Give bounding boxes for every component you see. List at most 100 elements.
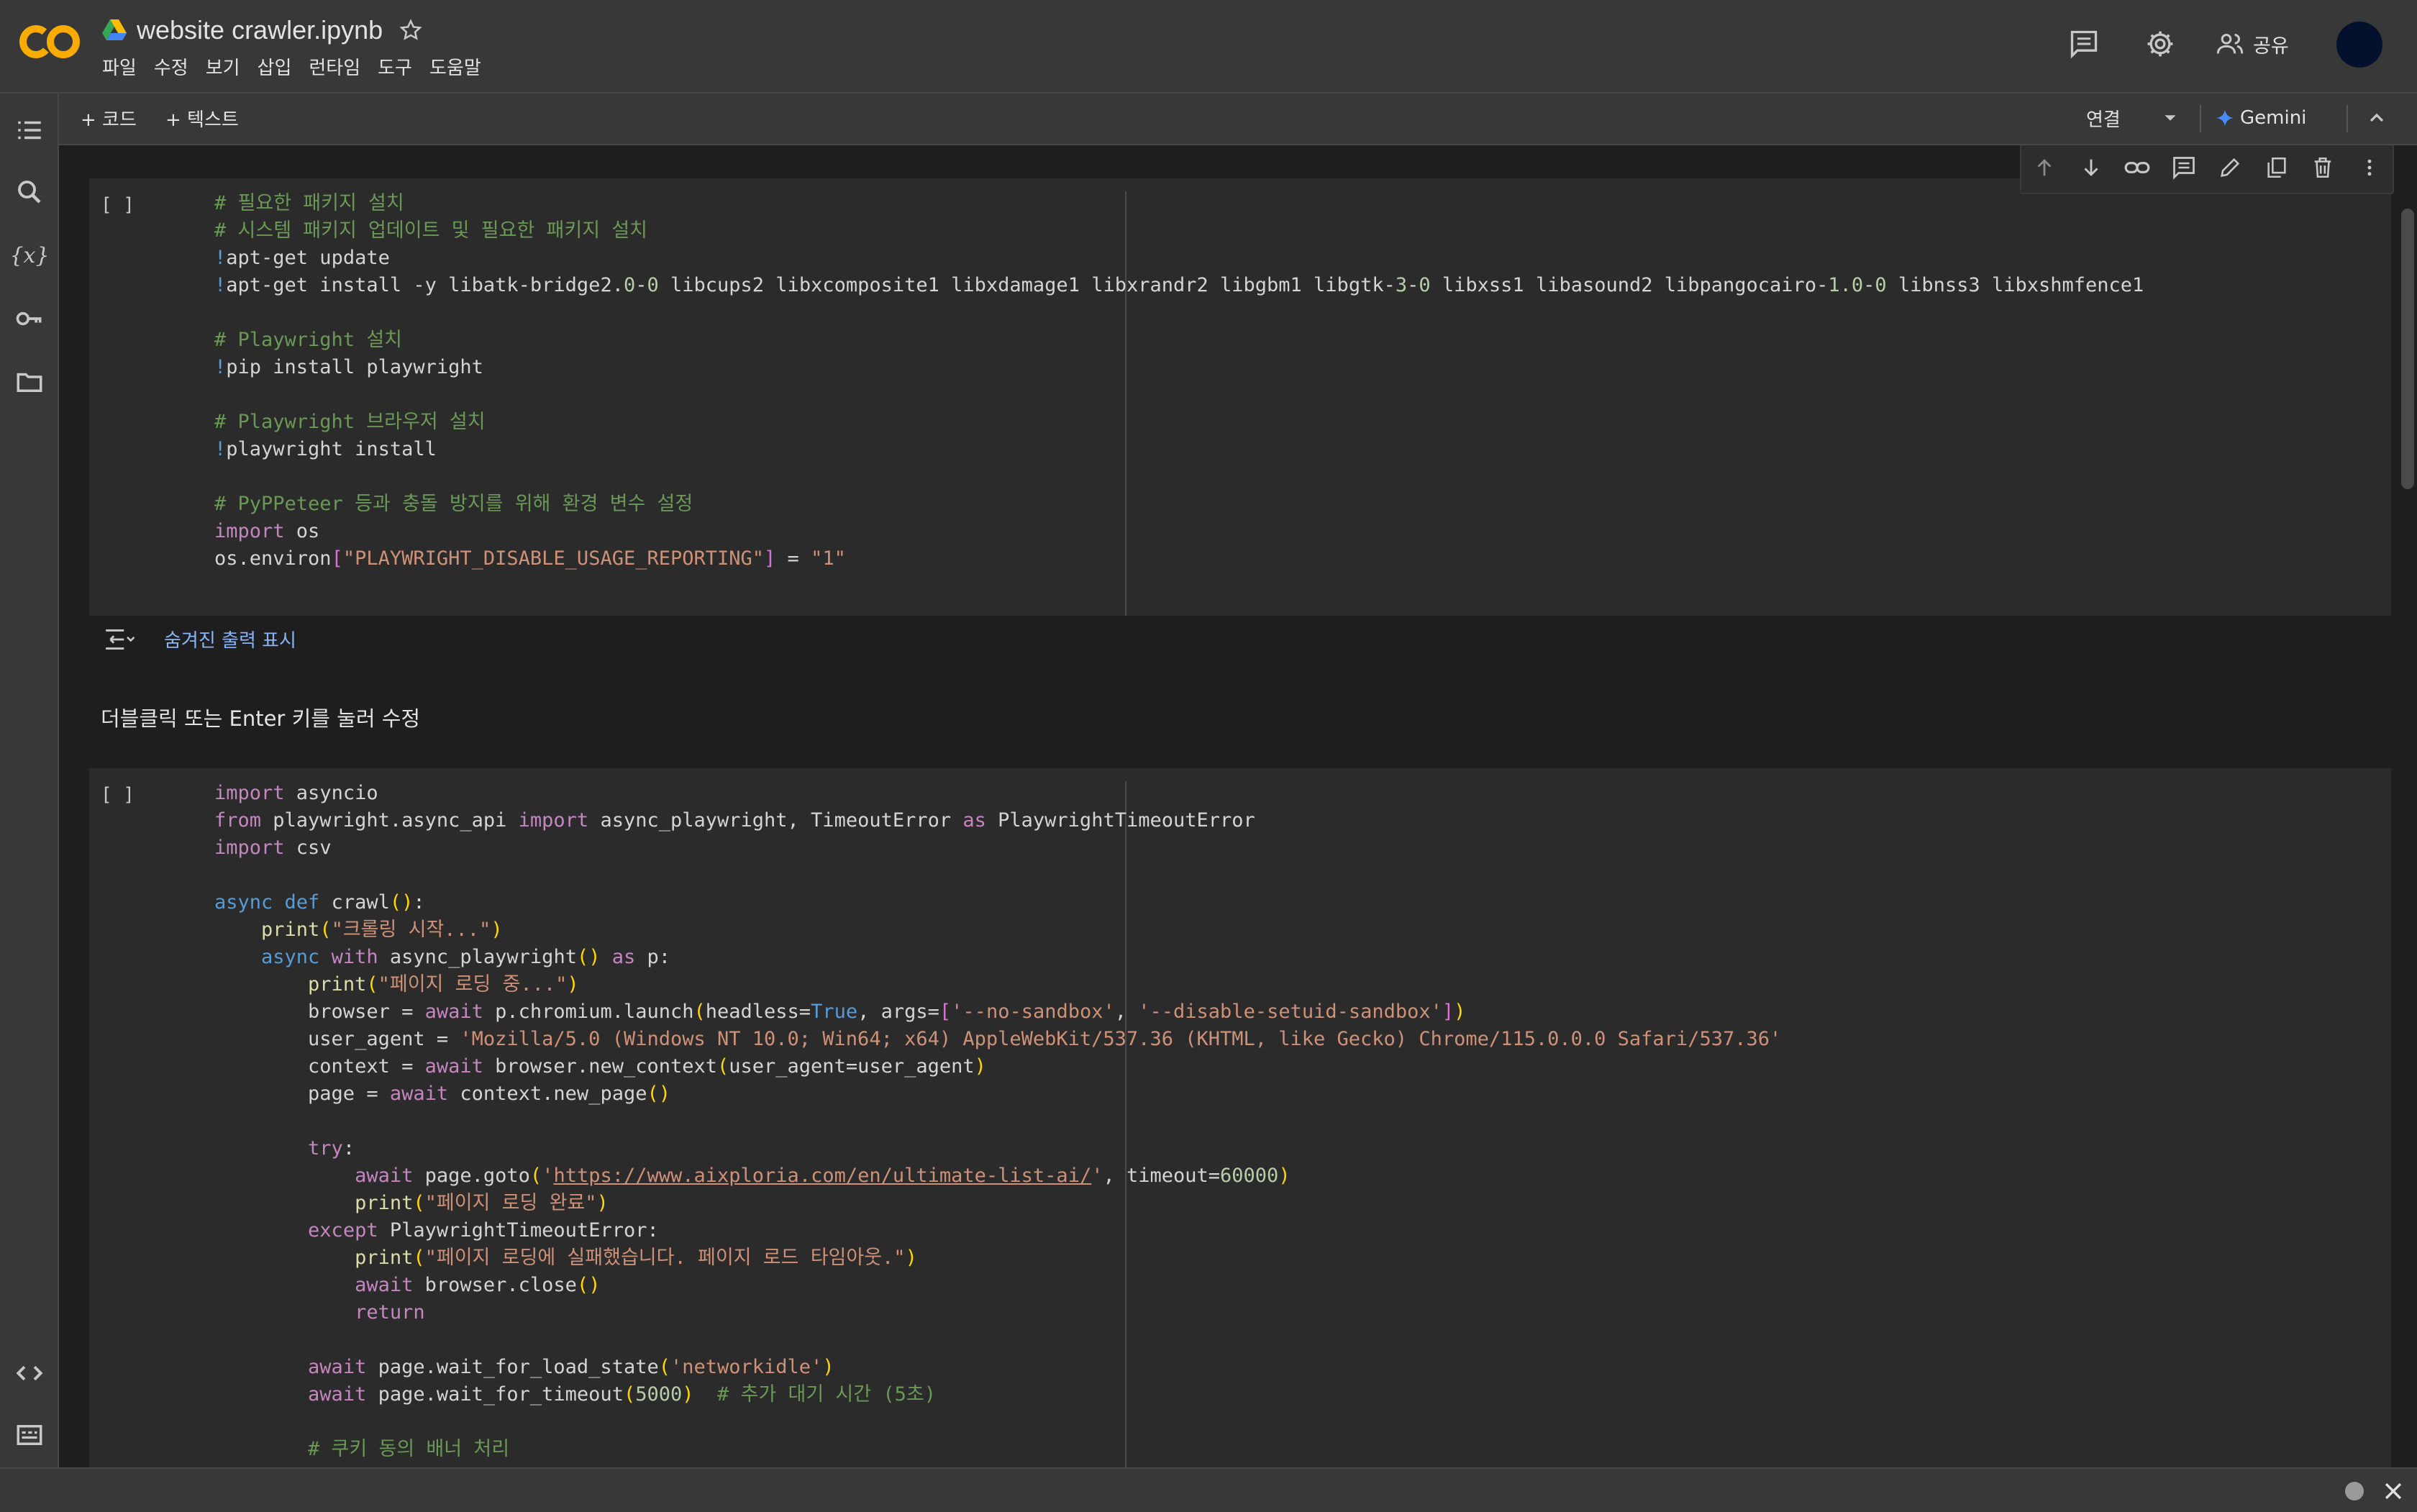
link-icon[interactable] [2123, 153, 2152, 182]
code-line: print("크롤링 시작...") [261, 919, 503, 941]
collapse-toolbar-icon[interactable] [2365, 104, 2388, 132]
notebook-content[interactable]: [ ] # 필요한 패키지 설치 # 시스템 패키지 업데이트 및 필요한 패키지… [59, 145, 2417, 1467]
mirror-cell-icon[interactable] [2262, 153, 2291, 182]
gemini-button[interactable]: Gemini [2216, 104, 2306, 132]
search-icon[interactable] [13, 176, 46, 209]
code-line: ​ [214, 299, 2144, 327]
text-cell[interactable]: 더블클릭 또는 Enter 키를 눌러 수정 [101, 702, 420, 732]
code-line: # Playwright 설치 [214, 329, 402, 351]
code-line: context = await browser.new_context(user… [214, 1055, 986, 1078]
code-line: ​ [214, 1326, 1781, 1354]
code-line: try: [308, 1137, 355, 1160]
toolbar-divider [2347, 105, 2348, 132]
variables-icon[interactable]: {x} [9, 239, 49, 272]
people-icon [2216, 34, 2244, 54]
comment-icon[interactable] [2170, 153, 2198, 182]
menu-help[interactable]: 도움말 [429, 53, 481, 80]
menu-runtime[interactable]: 런타임 [309, 53, 360, 80]
code-line: await browser.close() [355, 1274, 601, 1296]
terminal-icon[interactable] [13, 1418, 46, 1452]
add-code-button[interactable]: + 코드 [81, 104, 137, 132]
code-line: ​ [214, 862, 1781, 889]
status-bar [0, 1467, 2417, 1512]
code-line: await page.wait_for_load_state('networki… [308, 1356, 834, 1378]
run-cell-button[interactable]: [ ] [101, 784, 135, 806]
run-cell-button[interactable]: [ ] [101, 194, 135, 216]
code-line: ​ [214, 1408, 1781, 1436]
code-line: os.environ["PLAYWRIGHT_DISABLE_USAGE_REP… [214, 547, 846, 570]
code-line: # PyPPeteer 등과 충돌 방지를 위해 환경 변수 설정 [214, 493, 693, 515]
code-cell[interactable]: [ ] # 필요한 패키지 설치 # 시스템 패키지 업데이트 및 필요한 패키지… [89, 178, 2391, 616]
code-editor[interactable]: import asyncio from playwright.async_api … [214, 780, 1781, 1463]
output-collapse-icon[interactable] [104, 627, 135, 652]
settings-icon[interactable] [2142, 26, 2178, 62]
code-snippets-icon[interactable] [13, 1357, 46, 1390]
add-text-button[interactable]: + 텍스트 [165, 104, 239, 132]
add-code-label: + 코드 [81, 109, 137, 131]
move-down-icon[interactable] [2077, 153, 2106, 182]
code-line: ​ [214, 463, 2144, 491]
menu-edit[interactable]: 수정 [154, 53, 188, 80]
code-line: # 필요한 패키지 설치 [214, 192, 404, 214]
toc-icon[interactable] [13, 114, 46, 147]
move-up-icon[interactable] [2030, 153, 2059, 182]
code-line: browser = await p.chromium.launch(headle… [214, 1001, 1466, 1023]
code-line: print("페이지 로딩 중...") [308, 973, 579, 996]
code-line: await page.goto('https://www.aixploria.c… [355, 1165, 1291, 1187]
code-cell[interactable]: [ ] import asyncio from playwright.async_… [89, 768, 2391, 1467]
notebook-title[interactable]: website crawler.ipynb [137, 15, 383, 45]
chevron-down-icon[interactable] [2159, 104, 2181, 132]
code-line: print("페이지 로딩에 실패했습니다. 페이지 로드 타임아웃.") [355, 1247, 917, 1269]
code-line: async with async_playwright() as p: [261, 946, 671, 968]
key-icon[interactable] [13, 302, 46, 335]
code-line: !apt-get install -y libatk-bridge2.0-0 l… [214, 274, 2144, 296]
show-hidden-output[interactable]: 숨겨진 출력 표시 [104, 626, 296, 652]
scrollbar-thumb[interactable] [2401, 209, 2414, 489]
code-line: !pip install playwright [214, 356, 483, 378]
code-line: except PlaywrightTimeoutError: [308, 1219, 659, 1242]
connect-button[interactable]: 연결 [2086, 104, 2121, 132]
code-editor[interactable]: # 필요한 패키지 설치 # 시스템 패키지 업데이트 및 필요한 패키지 설치!… [214, 190, 2144, 573]
more-icon[interactable] [2355, 153, 2384, 182]
code-line: ​ [214, 381, 2144, 409]
menu-insert[interactable]: 삽입 [258, 53, 292, 80]
menu-tools[interactable]: 도구 [378, 53, 412, 80]
code-line: from playwright.async_api import async_p… [214, 809, 1255, 832]
connect-label: 연결 [2086, 109, 2121, 131]
code-line: ​ [214, 1108, 1781, 1135]
code-line: # 시스템 패키지 업데이트 및 필요한 패키지 설치 [214, 219, 648, 242]
code-line: import asyncio [214, 782, 378, 804]
menu-view[interactable]: 보기 [206, 53, 240, 80]
delete-icon[interactable] [2308, 153, 2337, 182]
code-line: async def crawl(): [214, 891, 425, 914]
code-line: # 쿠키 동의 배너 처리 [308, 1438, 510, 1460]
gemini-label: Gemini [2240, 107, 2307, 129]
code-line: import os [214, 520, 320, 542]
gemini-sparkle-icon [2216, 109, 2234, 127]
share-button[interactable]: 공유 [2216, 26, 2289, 62]
runtime-status-icon[interactable] [2345, 1482, 2364, 1500]
add-text-label: + 텍스트 [165, 109, 239, 131]
avatar[interactable] [2336, 22, 2382, 68]
left-sidebar: {x} [0, 94, 59, 1467]
show-hidden-output-label: 숨겨진 출력 표시 [164, 630, 296, 652]
cell-toolbar [2020, 145, 2394, 194]
share-label: 공유 [2253, 35, 2289, 58]
code-line: user_agent = 'Mozilla/5.0 (Windows NT 10… [214, 1028, 1782, 1050]
code-line: !playwright install [214, 438, 437, 460]
folder-icon[interactable] [13, 365, 46, 399]
code-line: import csv [214, 837, 332, 859]
menu-file[interactable]: 파일 [102, 53, 137, 80]
code-line: # Playwright 브라우저 설치 [214, 411, 486, 433]
code-line: await page.wait_for_timeout(5000) # 추가 대… [308, 1383, 936, 1406]
google-drive-icon[interactable] [102, 19, 127, 41]
menu-bar: 파일 수정 보기 삽입 런타임 도구 도움말 [102, 53, 499, 80]
code-line: page = await context.new_page() [214, 1083, 670, 1105]
comment-icon[interactable] [2066, 26, 2102, 62]
star-icon[interactable] [399, 18, 423, 42]
edit-icon[interactable] [2216, 153, 2244, 182]
top-header: website crawler.ipynb 파일 수정 보기 삽입 런타임 도구… [0, 0, 2417, 94]
toolbar-divider [2200, 105, 2201, 132]
colab-logo[interactable] [19, 22, 81, 62]
close-icon[interactable] [2381, 1479, 2405, 1503]
